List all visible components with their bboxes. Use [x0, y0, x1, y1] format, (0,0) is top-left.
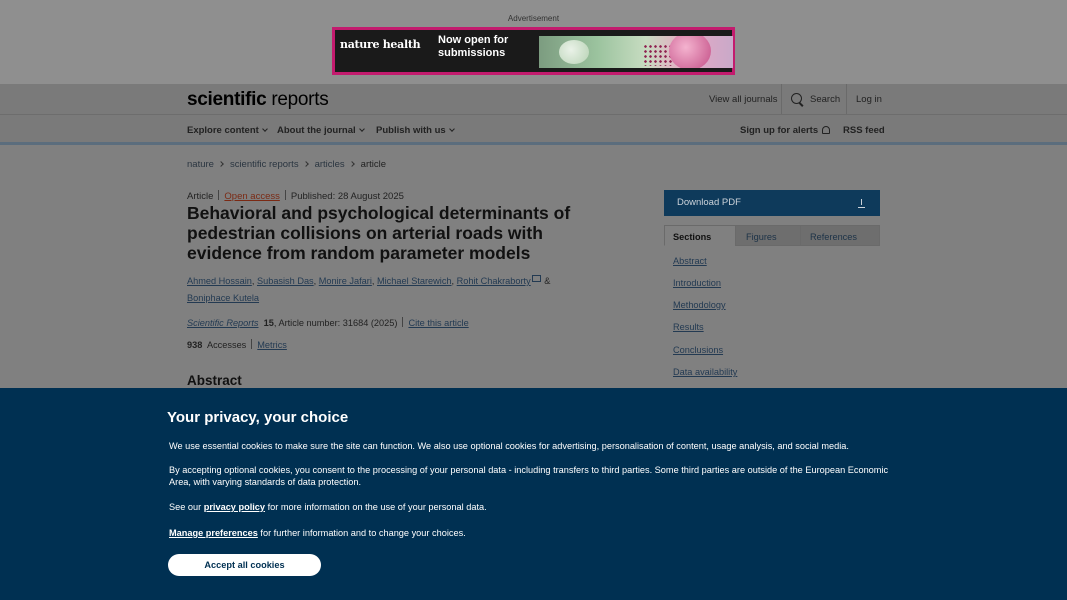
author-link[interactable]: Rohit Chakraborty	[457, 276, 531, 286]
view-all-journals-link[interactable]: View all journals	[709, 94, 777, 105]
download-pdf-label: Download PDF	[677, 197, 741, 208]
open-access-link[interactable]: Open access	[224, 191, 279, 202]
nav-publish-with-us[interactable]: Publish with us	[376, 125, 455, 136]
chevron-down-icon	[261, 126, 268, 132]
cite-article-link[interactable]: Cite this article	[408, 318, 468, 328]
volume-number: 15	[263, 318, 274, 328]
privacy-policy-link[interactable]: privacy policy	[204, 502, 265, 512]
accesses-label: Accesses	[206, 340, 247, 350]
access-metrics: 938 Accesses Metrics	[187, 339, 287, 350]
author-link[interactable]: Boniphace Kutela	[187, 293, 259, 303]
cookie-text-essential: We use essential cookies to make sure th…	[169, 441, 849, 451]
author-link[interactable]: Ahmed Hossain	[187, 276, 252, 286]
manage-preferences-link[interactable]: Manage preferences	[169, 528, 258, 538]
section-link-conclusions[interactable]: Conclusions	[673, 345, 723, 355]
author-link[interactable]: Subasish Das	[257, 276, 314, 286]
article-type: Article	[187, 191, 214, 202]
sidebar-tabs: Sections Figures References	[664, 225, 880, 246]
ad-headline-line1: Now open for	[438, 34, 509, 46]
cookie-banner-title: Your privacy, your choice	[167, 409, 349, 426]
cookie-text-privacy: See our privacy policy for more informat…	[169, 502, 487, 512]
nav-explore-content[interactable]: Explore content	[187, 125, 268, 136]
chevron-right-icon	[348, 161, 355, 167]
site-header: scientific reports View all journals Sea…	[0, 84, 1067, 114]
rss-feed-link[interactable]: RSS feed	[843, 125, 885, 136]
article-number: , Article number: 31684 (2025)	[273, 318, 398, 328]
download-icon	[858, 199, 866, 209]
metrics-link[interactable]: Metrics	[257, 340, 287, 350]
author-link[interactable]: Monire Jafari	[319, 276, 372, 286]
article-title: Behavioral and psychological determinant…	[187, 203, 571, 263]
section-link-abstract[interactable]: Abstract	[673, 256, 707, 266]
mail-icon[interactable]	[531, 275, 541, 282]
advertisement-area: Advertisement nature health Now open for…	[0, 0, 1067, 84]
breadcrumb-current: article	[360, 159, 387, 170]
journal-name-link[interactable]: Scientific Reports	[187, 318, 259, 328]
chevron-down-icon	[448, 126, 455, 132]
section-link-introduction[interactable]: Introduction	[673, 278, 721, 288]
journal-logo[interactable]: scientific reports	[187, 89, 329, 111]
header-divider	[846, 84, 847, 114]
journal-citation: Scientific Reports 15, Article number: 3…	[187, 317, 469, 328]
search-icon[interactable]	[791, 93, 802, 104]
chevron-down-icon	[358, 126, 365, 132]
download-pdf-button[interactable]: Download PDF	[664, 190, 880, 216]
cookie-text-preferences: Manage preferences for further informati…	[169, 528, 466, 538]
abstract-heading: Abstract	[187, 373, 242, 388]
author-link[interactable]: Michael Starewich	[377, 276, 452, 286]
accept-all-cookies-button[interactable]: Accept all cookies	[168, 554, 321, 576]
ad-label: Advertisement	[507, 14, 560, 23]
breadcrumb-articles[interactable]: articles	[315, 159, 345, 170]
ad-banner[interactable]: nature health Now open for submissions	[332, 27, 735, 75]
login-link[interactable]: Log in	[856, 94, 882, 105]
section-link-data-availability[interactable]: Data availability	[673, 367, 737, 377]
section-link-results[interactable]: Results	[673, 322, 704, 332]
tab-sections[interactable]: Sections	[664, 225, 736, 246]
breadcrumb-nature[interactable]: nature	[187, 159, 214, 170]
nav-about-journal[interactable]: About the journal	[277, 125, 365, 136]
article-meta: Article Open access Published: 28 August 2…	[187, 190, 404, 202]
accesses-count: 938	[187, 340, 203, 350]
breadcrumb: nature scientific reports articles article	[187, 159, 386, 170]
journal-nav: Explore content About the journal Publis…	[0, 114, 1067, 145]
ad-brand-logo: nature health	[340, 38, 421, 51]
bell-icon	[822, 126, 831, 134]
cookie-consent-banner: Your privacy, your choice We use essenti…	[0, 388, 1067, 600]
breadcrumb-scientific-reports[interactable]: scientific reports	[230, 159, 299, 170]
section-link-methodology[interactable]: Methodology	[673, 300, 726, 310]
ad-image	[539, 36, 733, 68]
ad-headline-line2: submissions	[438, 47, 506, 59]
published-date: Published: 28 August 2025	[290, 191, 404, 202]
chevron-right-icon	[218, 161, 224, 167]
sign-up-alerts-link[interactable]: Sign up for alerts	[740, 125, 831, 136]
header-divider	[781, 84, 782, 114]
search-button[interactable]: Search	[810, 94, 840, 105]
tab-references[interactable]: References	[800, 225, 880, 246]
ad-headline: Now open for submissions	[438, 34, 508, 60]
cookie-text-consent: By accepting optional cookies, you conse…	[169, 465, 889, 487]
author-list: Ahmed Hossain, Subasish Das, Monire Jafa…	[187, 275, 551, 303]
tab-figures[interactable]: Figures	[735, 225, 801, 246]
chevron-right-icon	[302, 161, 309, 167]
